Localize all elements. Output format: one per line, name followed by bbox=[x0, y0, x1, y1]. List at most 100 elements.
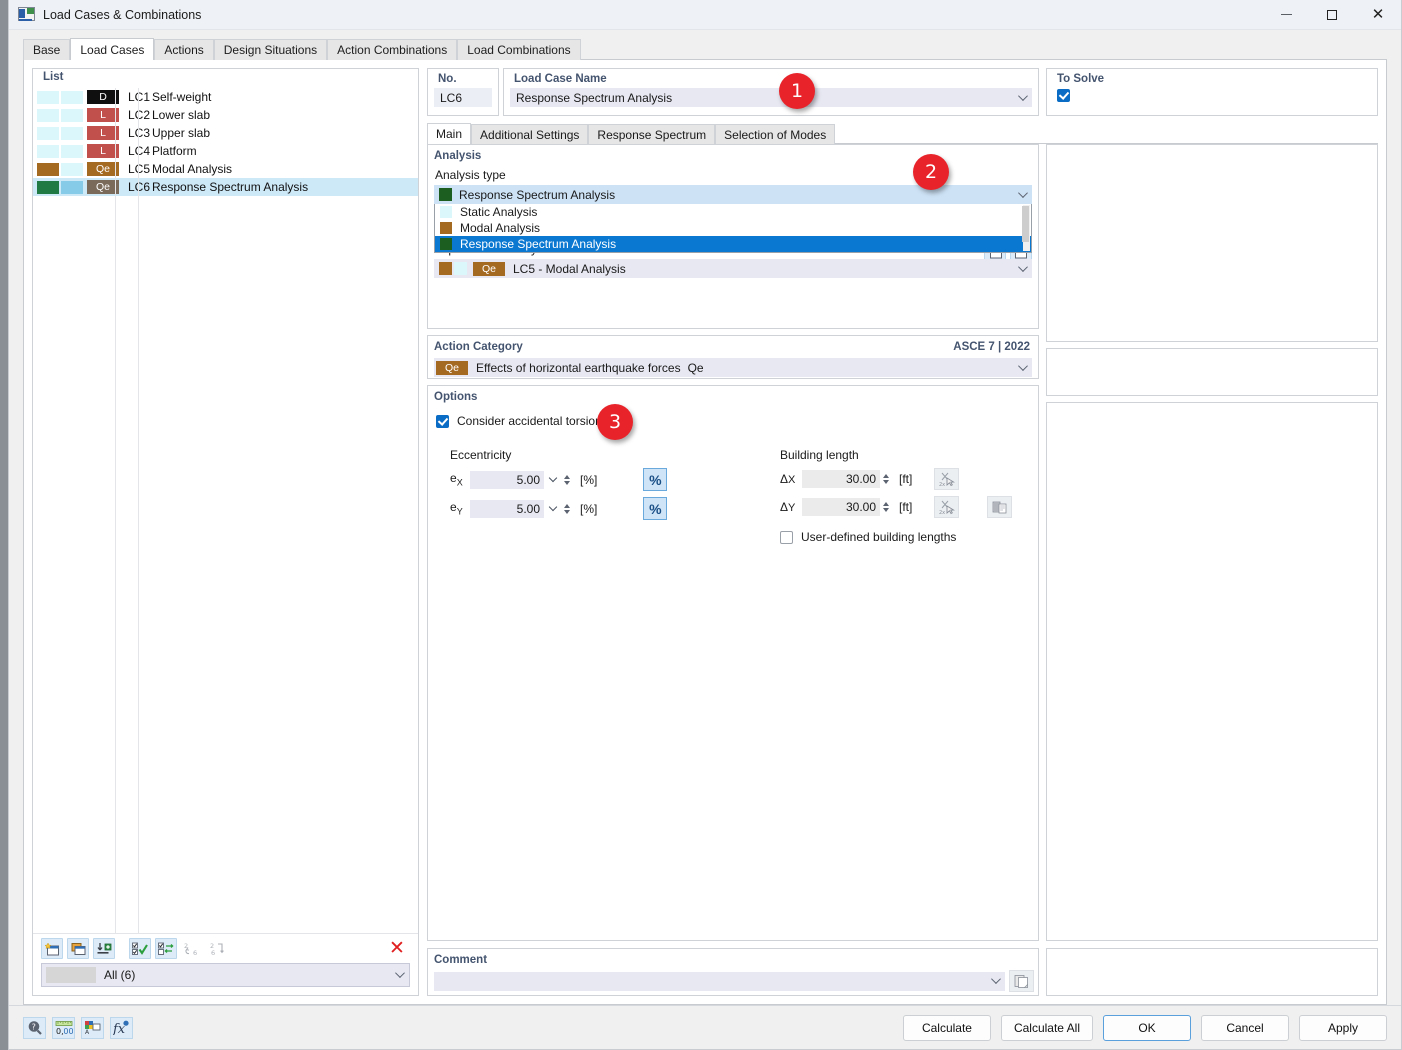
tab-response-spectrum[interactable]: Response Spectrum bbox=[588, 124, 715, 144]
chevron-down-icon bbox=[1018, 188, 1028, 198]
load-case-name-input[interactable]: Response Spectrum Analysis bbox=[510, 88, 1032, 107]
tab-main[interactable]: Main bbox=[427, 123, 471, 144]
checklist-check-icon[interactable] bbox=[129, 938, 151, 959]
dropdown-scrollbar[interactable] bbox=[1023, 205, 1030, 251]
eccentricity-y-stepper[interactable] bbox=[564, 504, 573, 514]
analysis-type-dropdown-list[interactable]: Static Analysis Modal Analysis bbox=[434, 204, 1032, 253]
detail-tab-bar: Main Additional Settings Response Spectr… bbox=[427, 123, 1378, 144]
user-defined-building-lengths-checkbox[interactable] bbox=[780, 531, 793, 544]
minimize-icon[interactable] bbox=[1263, 0, 1309, 30]
tab-selection-of-modes[interactable]: Selection of Modes bbox=[715, 124, 835, 144]
eccentricity-y-percent-button[interactable]: % bbox=[643, 497, 667, 520]
building-length-y-stepper[interactable] bbox=[883, 502, 892, 512]
list-filter-dropdown[interactable]: All (6) bbox=[41, 963, 410, 987]
comment-input[interactable] bbox=[434, 972, 1005, 991]
import-modal-combo[interactable]: Qe LC5 - Modal Analysis bbox=[434, 259, 1032, 278]
copy-notes-icon[interactable] bbox=[1009, 970, 1034, 992]
new-window-star-icon[interactable] bbox=[41, 938, 63, 959]
to-solve-checkbox[interactable] bbox=[1057, 89, 1377, 102]
eccentricity-y-unit: [%] bbox=[580, 502, 597, 516]
row-color-swatch-2 bbox=[61, 145, 83, 158]
analysis-section-title: Analysis bbox=[428, 145, 1038, 162]
load-case-name-group: Load Case Name Response Spectrum Analysi… bbox=[503, 68, 1039, 116]
tab-load-combinations[interactable]: Load Combinations bbox=[457, 39, 580, 60]
chevron-down-icon bbox=[991, 974, 1001, 984]
dropdown-option-static-analysis[interactable]: Static Analysis bbox=[435, 204, 1031, 220]
table-row-selected[interactable]: Qe LC6 Response Spectrum Analysis bbox=[33, 178, 418, 196]
analysis-type-combo[interactable]: Response Spectrum Analysis bbox=[434, 185, 1032, 204]
building-length-y-unit: [ft] bbox=[899, 500, 912, 514]
import-swatch-1 bbox=[439, 262, 452, 275]
import-arrow-icon[interactable] bbox=[93, 938, 115, 959]
eccentricity-x-input[interactable]: 5.00 bbox=[470, 471, 544, 489]
tab-action-combinations[interactable]: Action Combinations bbox=[327, 39, 457, 60]
load-case-name: Lower slab bbox=[152, 108, 210, 122]
dropdown-option-response-spectrum-analysis[interactable]: Response Spectrum Analysis bbox=[435, 236, 1031, 252]
load-case-id: LC6 bbox=[128, 180, 152, 194]
calculate-all-button[interactable]: Calculate All bbox=[1001, 1015, 1093, 1041]
main-tab-bar: Base Load Cases Actions Design Situation… bbox=[9, 38, 1401, 60]
table-row[interactable]: D LC1 Self-weight bbox=[33, 88, 418, 106]
building-length-x-stepper[interactable] bbox=[883, 474, 892, 484]
column-divider bbox=[115, 88, 116, 933]
detail-area: No. LC6 Load Case Name Response Spectrum… bbox=[427, 68, 1378, 996]
checklist-swap-icon[interactable] bbox=[155, 938, 177, 959]
load-case-list[interactable]: D LC1 Self-weight L LC2 Lower slab bbox=[33, 88, 418, 933]
filter-label: All (6) bbox=[104, 968, 135, 982]
ok-button[interactable]: OK bbox=[1103, 1015, 1191, 1041]
eccentricity-x-stepper[interactable] bbox=[564, 475, 573, 485]
load-case-id: LC3 bbox=[128, 126, 152, 140]
dialog-buttons: Calculate Calculate All OK Cancel Apply bbox=[893, 1015, 1387, 1041]
action-category-value: Effects of horizontal earthquake forces bbox=[476, 361, 681, 375]
eccentricity-x-percent-button[interactable]: % bbox=[643, 468, 667, 491]
list-header: List bbox=[33, 69, 418, 88]
tab-actions[interactable]: Actions bbox=[154, 39, 213, 60]
units-decimal-icon[interactable]: 0,00 bbox=[52, 1017, 75, 1039]
tab-load-cases[interactable]: Load Cases bbox=[70, 38, 154, 60]
accidental-torsion-checkbox[interactable] bbox=[436, 415, 449, 428]
tab-additional-settings[interactable]: Additional Settings bbox=[471, 124, 588, 144]
cancel-button[interactable]: Cancel bbox=[1201, 1015, 1289, 1041]
renumber-down-icon: 26 bbox=[207, 938, 229, 959]
preview-panel-comment bbox=[1046, 948, 1378, 996]
load-case-name-label: Load Case Name bbox=[504, 69, 1038, 88]
building-length-y-input[interactable]: 30.00 bbox=[802, 498, 880, 516]
load-cases-window: Load Cases & Combinations ✕ Base Load Ca… bbox=[8, 0, 1402, 1050]
analysis-type-color-swatch bbox=[439, 188, 452, 201]
user-defined-building-lengths-row[interactable]: User-defined building lengths bbox=[780, 530, 1038, 544]
table-row[interactable]: L LC3 Upper slab bbox=[33, 124, 418, 142]
no-value[interactable]: LC6 bbox=[434, 88, 492, 107]
delete-button[interactable]: ✕ bbox=[386, 938, 408, 959]
option-label: Response Spectrum Analysis bbox=[460, 237, 616, 251]
window-controls: ✕ bbox=[1263, 0, 1401, 30]
formula-fx-icon[interactable]: fx bbox=[110, 1017, 133, 1039]
table-row[interactable]: Qe LC5 Modal Analysis bbox=[33, 160, 418, 178]
action-category-combo[interactable]: Qe Effects of horizontal earthquake forc… bbox=[434, 358, 1032, 377]
question-magnifier-icon[interactable]: ? bbox=[23, 1017, 46, 1039]
preview-panel-top bbox=[1046, 144, 1378, 342]
scrollbar-thumb[interactable] bbox=[1022, 206, 1029, 242]
tab-design-situations[interactable]: Design Situations bbox=[214, 39, 327, 60]
duplicate-window-icon[interactable] bbox=[67, 938, 89, 959]
row-color-swatch-2 bbox=[61, 163, 83, 176]
pick-2-points-icon[interactable]: 2x bbox=[934, 468, 959, 490]
row-color-swatch-1 bbox=[37, 163, 59, 176]
comment-row bbox=[428, 970, 1038, 992]
close-icon[interactable]: ✕ bbox=[1355, 0, 1401, 30]
maximize-icon[interactable] bbox=[1309, 0, 1355, 30]
tab-base[interactable]: Base bbox=[23, 39, 70, 60]
calculate-button[interactable]: Calculate bbox=[903, 1015, 991, 1041]
dropdown-option-modal-analysis[interactable]: Modal Analysis bbox=[435, 220, 1031, 236]
chevron-down-icon[interactable] bbox=[549, 474, 557, 482]
pick-2-points-icon[interactable]: 2x bbox=[934, 496, 959, 518]
building-length-x-input[interactable]: 30.00 bbox=[802, 470, 880, 488]
display-properties-icon[interactable]: A bbox=[81, 1017, 104, 1039]
table-list-icon[interactable] bbox=[987, 496, 1012, 518]
table-row[interactable]: L LC4 Platform bbox=[33, 142, 418, 160]
accidental-torsion-row[interactable]: Consider accidental torsion bbox=[436, 414, 1038, 428]
eccentricity-y-input[interactable]: 5.00 bbox=[470, 500, 544, 518]
chevron-down-icon[interactable] bbox=[549, 503, 557, 511]
chevron-down-icon bbox=[395, 968, 405, 978]
apply-button[interactable]: Apply bbox=[1299, 1015, 1387, 1041]
table-row[interactable]: L LC2 Lower slab bbox=[33, 106, 418, 124]
